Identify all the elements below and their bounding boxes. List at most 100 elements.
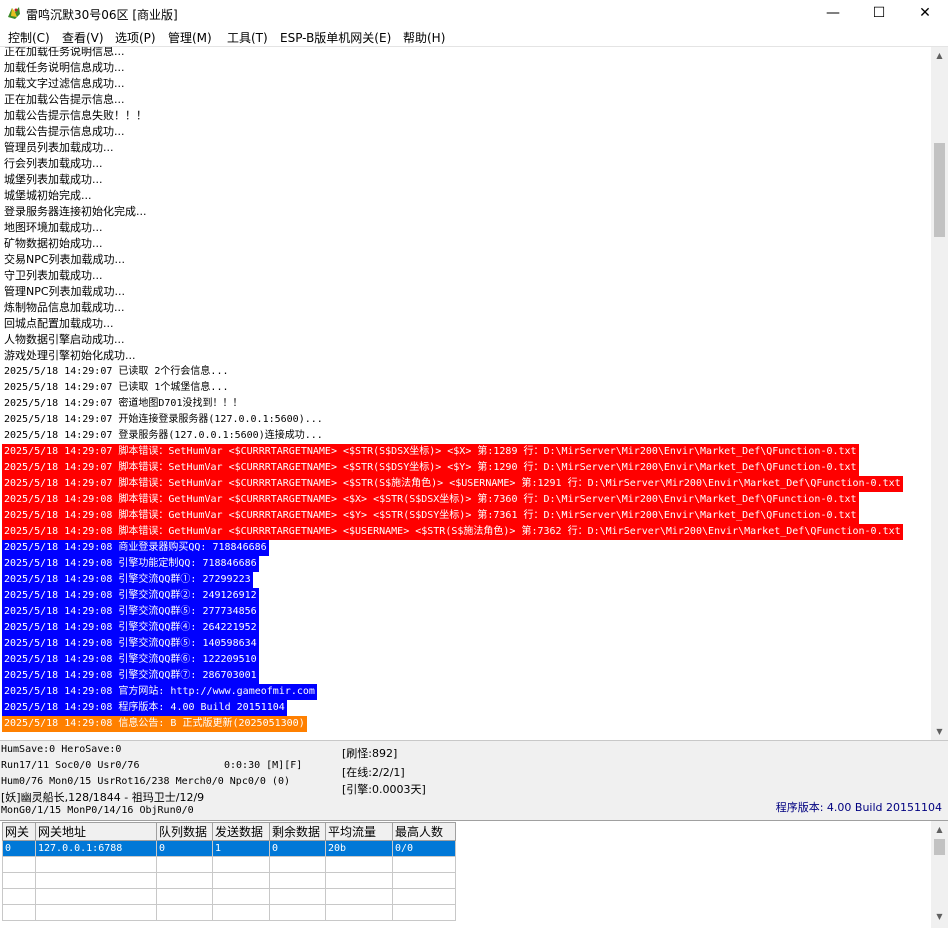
log-line: 城堡列表加载成功... [4, 173, 103, 186]
scroll-thumb[interactable] [934, 143, 945, 237]
scroll-up-icon[interactable]: ▲ [931, 47, 948, 64]
table-row[interactable]: 0 127.0.0.1:6788 0 1 0 20b 0/0 [2, 840, 456, 857]
gateway-table: 网关 网关地址 队列数据 发送数据 剩余数据 平均流量 最高人数 0 127.0… [2, 822, 456, 921]
log-line: 加载公告提示信息成功... [4, 125, 125, 138]
empty-row [2, 872, 456, 889]
log-line: 回城点配置加载成功... [4, 317, 114, 330]
log-line: 2025/5/18 14:29:08 引擎交流QQ群⑦: 286703001 [2, 668, 259, 684]
cell-sent: 1 [212, 840, 270, 857]
cell-gateway: 0 [2, 840, 36, 857]
cell-queue: 0 [156, 840, 213, 857]
minimize-icon: — [826, 5, 840, 21]
col-avg-traffic[interactable]: 平均流量 [325, 822, 393, 841]
log-line: 管理员列表加载成功... [4, 141, 114, 154]
close-button[interactable]: ✕ [902, 0, 948, 27]
log-line: 矿物数据初始成功... [4, 237, 103, 250]
log-line: 加载文字过滤信息成功... [4, 77, 125, 90]
col-address[interactable]: 网关地址 [35, 822, 157, 841]
empty-row [2, 856, 456, 873]
app-icon [8, 7, 20, 19]
menu-help[interactable]: 帮助(H) [403, 29, 445, 46]
title-bar: 雷鸣沉默30号06区 [商业版] — ☐ ✕ [0, 0, 948, 27]
cell-remaining: 0 [269, 840, 326, 857]
scroll-up-icon[interactable]: ▲ [931, 821, 948, 838]
log-line: 2025/5/18 14:29:07 已读取 1个城堡信息... [4, 382, 229, 393]
status-timer: 0:0:30 [M][F] [224, 760, 303, 771]
log-line: 2025/5/18 14:29:07 密道地图D701没找到！！！ [4, 398, 243, 409]
minimize-button[interactable]: — [810, 0, 856, 27]
menu-bar: 控制(C) 查看(V) 选项(P) 管理(M) 工具(T) ESP-B版单机网关… [0, 27, 948, 47]
log-line: 2025/5/18 14:29:08 引擎交流QQ群①: 27299223 [2, 572, 253, 588]
log-line: 2025/5/18 14:29:08 信息公告: B 正式版更新(2025051… [2, 716, 307, 732]
log-line: 2025/5/18 14:29:08 商业登录器购买QQ: 718846686 [2, 540, 269, 556]
scroll-down-icon[interactable]: ▼ [931, 908, 948, 925]
col-sent[interactable]: 发送数据 [212, 822, 270, 841]
empty-row [2, 904, 456, 921]
scroll-thumb[interactable] [934, 839, 945, 855]
status-counts: Hum0/76 Mon0/15 UsrRot16/238 Merch0/0 Np… [1, 776, 290, 787]
log-line: 地图环境加载成功... [4, 221, 103, 234]
close-icon: ✕ [919, 5, 931, 21]
log-line: 2025/5/18 14:29:07 开始连接登录服务器(127.0.0.1:5… [4, 414, 323, 425]
log-line: 正在加载公告提示信息... [4, 93, 125, 106]
log-line: 2025/5/18 14:29:07 脚本错误：SetHumVar <$CURR… [2, 476, 903, 492]
log-line: 行会列表加载成功... [4, 157, 103, 170]
status-engine: [引擎:0.0003天] [342, 783, 426, 796]
menu-manage[interactable]: 管理(M) [168, 29, 212, 46]
col-remaining[interactable]: 剩余数据 [269, 822, 326, 841]
menu-espb-gateway[interactable]: ESP-B版单机网关(E) [280, 29, 391, 46]
log-line: 管理NPC列表加载成功... [4, 285, 126, 298]
log-line: 交易NPC列表加载成功... [4, 253, 126, 266]
log-line: 游戏处理引擎初始化成功... [4, 349, 136, 362]
table-scrollbar[interactable]: ▲ ▼ [931, 821, 948, 928]
empty-row [2, 888, 456, 905]
log-line: 守卫列表加载成功... [4, 269, 103, 282]
status-online: [在线:2/2/1] [342, 766, 405, 779]
table-header-row: 网关 网关地址 队列数据 发送数据 剩余数据 平均流量 最高人数 [2, 822, 456, 841]
col-gateway[interactable]: 网关 [2, 822, 36, 841]
status-objects: MonG0/1/15 MonP0/14/16 ObjRun0/0 [1, 805, 194, 816]
log-line: 2025/5/18 14:29:08 脚本错误：GetHumVar <$CURR… [2, 524, 903, 540]
col-max-users[interactable]: 最高人数 [392, 822, 456, 841]
gateway-list[interactable]: 网关 网关地址 队列数据 发送数据 剩余数据 平均流量 最高人数 0 127.0… [0, 820, 948, 928]
log-line: 2025/5/18 14:29:08 引擎功能定制QQ: 718846686 [2, 556, 259, 572]
log-line: 加载公告提示信息失败！！！ [4, 109, 147, 122]
status-save: HumSave:0 HeroSave:0 [1, 744, 122, 755]
cell-max-users: 0/0 [392, 840, 456, 857]
cell-address: 127.0.0.1:6788 [35, 840, 157, 857]
menu-control[interactable]: 控制(C) [8, 29, 50, 46]
log-line: 2025/5/18 14:29:07 已读取 2个行会信息... [4, 366, 229, 377]
log-panel[interactable]: 2025/5/18 14:29:08 信息公告: B 正式版更新(2025051… [0, 47, 948, 741]
scroll-down-icon[interactable]: ▼ [931, 723, 948, 740]
log-line: 2025/5/18 14:29:08 引擎交流QQ群⑤: 140598634 [2, 636, 259, 652]
maximize-button[interactable]: ☐ [856, 0, 902, 27]
window-title: 雷鸣沉默30号06区 [商业版] [26, 8, 178, 22]
status-monster: [妖]幽灵船长,128/1844 - 祖玛卫士/12/9 [1, 791, 205, 804]
log-line: 2025/5/18 14:29:08 引擎交流QQ群⑤: 277734856 [2, 604, 259, 620]
log-line: 人物数据引擎启动成功... [4, 333, 125, 346]
program-version: 程序版本: 4.00 Build 20151104 [775, 801, 942, 814]
log-line: 2025/5/18 14:29:08 程序版本: 4.00 Build 2015… [2, 700, 287, 716]
maximize-icon: ☐ [872, 5, 886, 21]
status-run: Run17/11 Soc0/0 Usr0/76 [1, 760, 140, 771]
log-line: 2025/5/18 14:29:08 脚本错误：GetHumVar <$CURR… [2, 492, 859, 508]
log-line: 登录服务器连接初始化完成... [4, 205, 147, 218]
menu-view[interactable]: 查看(V) [62, 29, 104, 46]
log-line: 2025/5/18 14:29:07 脚本错误：SetHumVar <$CURR… [2, 460, 859, 476]
log-line: 2025/5/18 14:29:08 官方网站: http://www.game… [2, 684, 317, 700]
log-line: 2025/5/18 14:29:08 脚本错误：GetHumVar <$CURR… [2, 508, 859, 524]
menu-options[interactable]: 选项(P) [115, 29, 156, 46]
status-refresh: [刷怪:892] [342, 747, 398, 760]
log-line: 2025/5/18 14:29:07 登录服务器(127.0.0.1:5600)… [4, 430, 323, 441]
log-line: 2025/5/18 14:29:08 引擎交流QQ群②: 249126912 [2, 588, 259, 604]
log-line: 2025/5/18 14:29:07 脚本错误：SetHumVar <$CURR… [2, 444, 859, 460]
log-line: 正在加载任务说明信息... [4, 47, 125, 58]
log-line: 2025/5/18 14:29:08 引擎交流QQ群⑥: 122209510 [2, 652, 259, 668]
log-scrollbar[interactable]: ▲ ▼ [931, 47, 948, 740]
menu-tools[interactable]: 工具(T) [227, 29, 268, 46]
log-line: 加载任务说明信息成功... [4, 61, 125, 74]
col-queue[interactable]: 队列数据 [156, 822, 213, 841]
log-line: 城堡城初始完成... [4, 189, 92, 202]
status-panel: HumSave:0 HeroSave:0 Run17/11 Soc0/0 Usr… [0, 741, 948, 819]
cell-avg-traffic: 20b [325, 840, 393, 857]
